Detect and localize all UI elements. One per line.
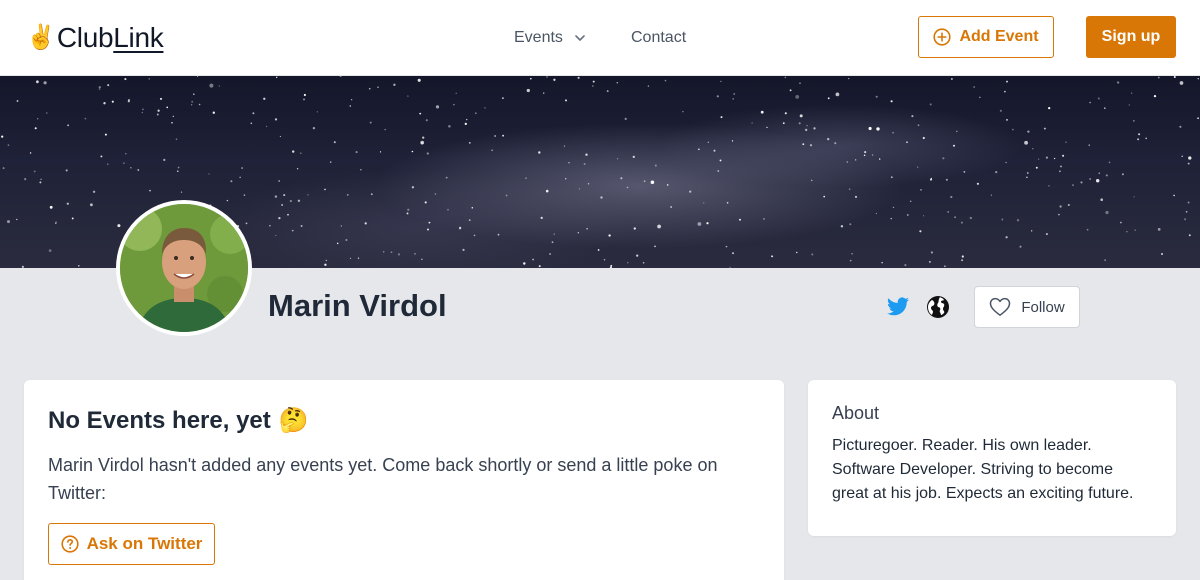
clublink-logo[interactable]: ✌️ Club Link [26,20,164,56]
events-card-title: No Events here, yet 🤔 [48,406,760,435]
logo-text-club: Club [56,22,114,53]
thinking-face-icon: 🤔 [278,407,309,434]
chevron-down-icon [573,31,587,45]
events-title-text: No Events here, yet [48,406,271,434]
avatar-photo [120,204,248,332]
avatar [116,200,252,336]
follow-button[interactable]: Follow [974,286,1080,328]
heart-icon [989,297,1011,317]
logo-text-link: Link [113,22,164,53]
add-event-label: Add Event [959,28,1039,45]
profile-name: Marin Virdol [268,288,447,323]
question-circle-icon [60,535,79,553]
nav-contact-link[interactable]: Contact [631,26,686,50]
victory-hand-icon: ✌️ [26,24,56,51]
nav-events-label: Events [514,29,563,46]
navbar: ✌️ Club Link Events Contact Add Event Sig… [0,0,1200,76]
about-card-title: About [832,403,880,423]
twitter-icon[interactable] [886,295,910,319]
about-card: About Picturegoer. Reader. His own leade… [808,380,1176,536]
nav-events-dropdown[interactable]: Events [514,26,587,50]
plus-circle-icon [933,28,952,46]
add-event-button[interactable]: Add Event [918,16,1054,58]
ask-on-twitter-button[interactable]: Ask on Twitter [48,523,215,565]
globe-icon[interactable] [926,295,950,319]
about-card-body: Picturegoer. Reader. His own leader. Sof… [832,437,1134,502]
events-card: No Events here, yet 🤔 Marin Virdol hasn'… [24,380,784,580]
ask-on-twitter-label: Ask on Twitter [86,534,203,553]
signup-button[interactable]: Sign up [1086,16,1176,58]
events-card-body: Marin Virdol hasn't added any events yet… [48,455,718,503]
follow-label: Follow [1021,298,1065,316]
